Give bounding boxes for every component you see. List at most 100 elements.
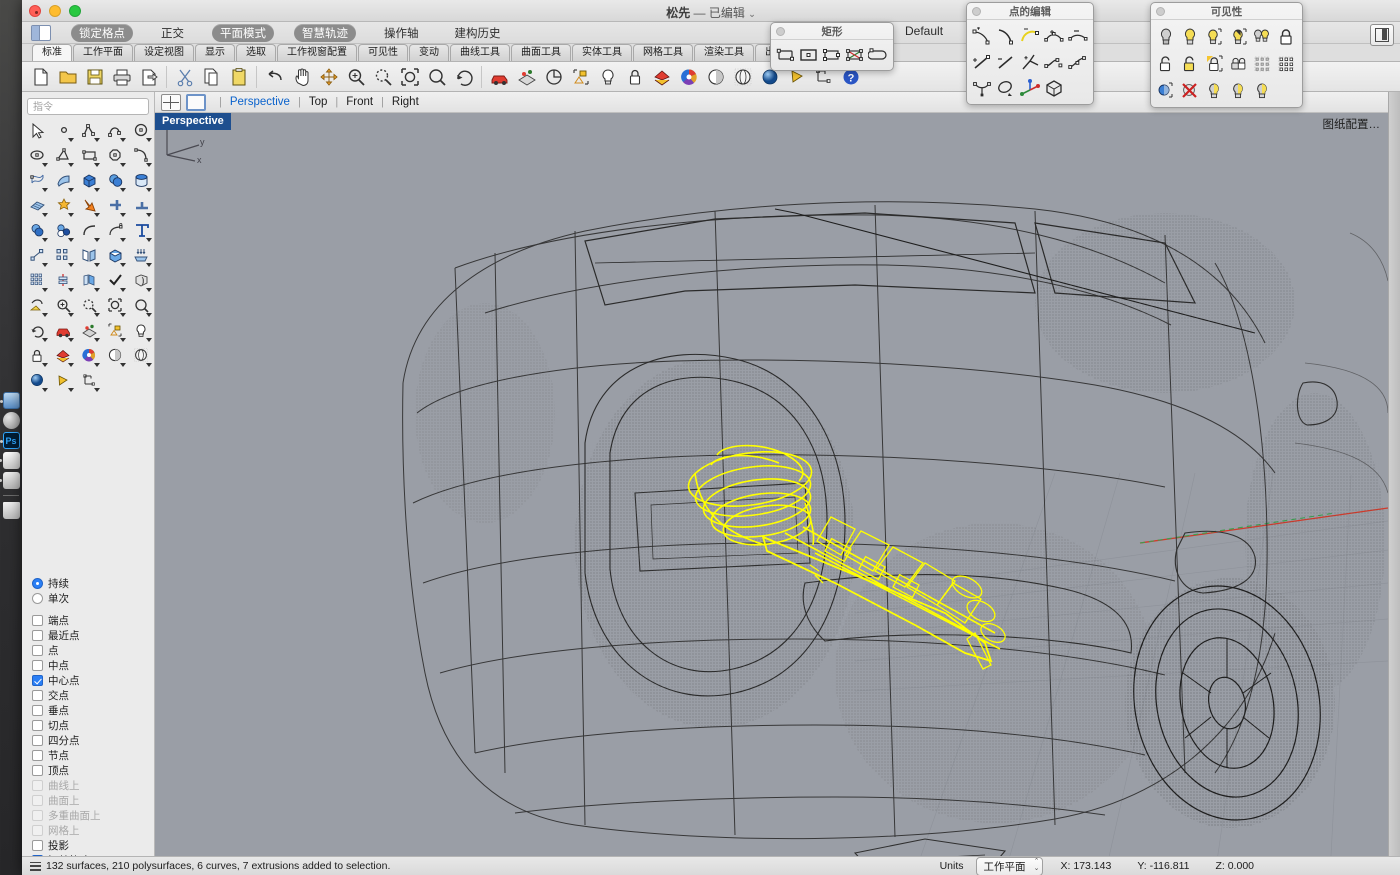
insert-kink-icon[interactable] — [1042, 23, 1066, 49]
ngon-icon[interactable] — [103, 144, 129, 169]
light-bulb-icon[interactable] — [595, 64, 620, 89]
light-icon[interactable] — [129, 319, 155, 344]
osnap-project[interactable]: 投影 — [32, 838, 155, 853]
checkbox[interactable] — [32, 735, 43, 746]
drag-mode-icon[interactable] — [994, 75, 1018, 101]
current-layer-label[interactable]: Default — [905, 24, 943, 38]
shade-sphere-icon[interactable] — [703, 64, 728, 89]
array-icon[interactable] — [129, 244, 155, 269]
save-disk-icon[interactable] — [82, 64, 107, 89]
tab-mesh-tools[interactable]: 网格工具 — [633, 44, 693, 61]
osnap-knot[interactable]: 节点 — [32, 748, 155, 763]
curve-icon[interactable] — [103, 119, 129, 144]
palette-icon-grid[interactable] — [967, 20, 1093, 104]
osnap-perpendicular[interactable]: 垂点 — [32, 703, 155, 718]
tab-visibility[interactable]: 可见性 — [358, 44, 408, 61]
sphere-icon[interactable] — [103, 169, 129, 194]
hide-control-points-icon[interactable] — [1250, 50, 1274, 77]
tab-viewport-layout[interactable]: 工作视窗配置 — [277, 44, 357, 61]
osnap-vertex[interactable]: 顶点 — [32, 763, 155, 778]
move-icon[interactable] — [316, 64, 341, 89]
hide-swap-icon[interactable] — [1226, 23, 1250, 50]
zoom-extents-icon[interactable] — [129, 294, 155, 319]
hide-objects-icon[interactable] — [1154, 23, 1178, 50]
checkbox[interactable] — [32, 840, 43, 851]
remove-from-detail-icon[interactable] — [1178, 77, 1202, 104]
cut-scissors-icon[interactable] — [172, 64, 197, 89]
shrink-icon[interactable] — [129, 269, 155, 294]
rectangle-rounded-icon[interactable] — [866, 43, 889, 67]
boolean-arrow-icon[interactable] — [77, 194, 103, 219]
zoom-selected-icon[interactable] — [103, 294, 129, 319]
rectangular-array-icon[interactable] — [25, 269, 51, 294]
boolean-diff-icon[interactable] — [51, 219, 77, 244]
lock-objects-icon[interactable] — [1178, 50, 1202, 77]
point-set-icon[interactable] — [1066, 49, 1090, 75]
handlebar-editor-icon[interactable] — [970, 75, 994, 101]
cplane-dropdown[interactable]: 工作平面 — [976, 857, 1043, 875]
osnap-tangent[interactable]: 切点 — [32, 718, 155, 733]
zoom-extents-icon[interactable] — [424, 64, 449, 89]
osnap-point[interactable]: 点 — [32, 643, 155, 658]
rotate-view-icon[interactable] — [451, 64, 476, 89]
rotate-view-icon[interactable] — [25, 319, 51, 344]
move-points-icon[interactable] — [25, 244, 51, 269]
macos-dock[interactable]: Ps — [0, 392, 22, 519]
option-history[interactable]: 建构历史 — [447, 24, 509, 42]
tab-solid-tools[interactable]: 实体工具 — [572, 44, 632, 61]
trim-icon[interactable] — [103, 194, 129, 219]
select-arrow-icon[interactable] — [25, 119, 51, 144]
checkbox[interactable] — [32, 630, 43, 641]
print-icon[interactable] — [109, 64, 134, 89]
four-view-layout-icon[interactable] — [161, 94, 181, 111]
checkbox[interactable] — [32, 705, 43, 716]
show-layer-icon[interactable] — [1226, 77, 1250, 104]
osnap-near[interactable]: 最近点 — [32, 628, 155, 643]
checkbox[interactable] — [32, 690, 43, 701]
osnap-center[interactable]: 中心点 — [32, 673, 155, 688]
unlock-icon[interactable] — [1154, 50, 1178, 77]
render-preview-icon[interactable] — [514, 64, 539, 89]
move-uvn-icon[interactable] — [1042, 49, 1066, 75]
view-tab-top[interactable]: Top — [309, 96, 328, 108]
lock-icon[interactable] — [25, 344, 51, 369]
ellipse-icon[interactable] — [25, 144, 51, 169]
lock-selected-icon[interactable] — [1202, 50, 1226, 77]
undo-arrow-icon[interactable] — [262, 64, 287, 89]
osnap-mode-single[interactable]: 单次 — [32, 591, 155, 606]
extend-icon[interactable] — [129, 194, 155, 219]
option-gumball[interactable]: 操作轴 — [376, 24, 427, 42]
rectangle-vertical-icon[interactable] — [843, 43, 866, 67]
dock-item-penguin-alt[interactable] — [3, 472, 20, 489]
tab-set-view[interactable]: 设定视图 — [134, 44, 194, 61]
render-icon[interactable] — [25, 369, 51, 394]
shade-icon[interactable] — [103, 344, 129, 369]
show-selected-icon[interactable] — [1202, 23, 1226, 50]
close-icon[interactable] — [1156, 7, 1165, 16]
flow-icon[interactable] — [77, 269, 103, 294]
tab-select[interactable]: 选取 — [236, 44, 276, 61]
dock-item-finder[interactable] — [3, 392, 20, 409]
radio-single[interactable] — [32, 593, 43, 604]
gumball-icon[interactable] — [1018, 75, 1042, 101]
tab-transform[interactable]: 变动 — [409, 44, 449, 61]
tab-render-tools[interactable]: 渲染工具 — [694, 44, 754, 61]
bend-icon[interactable] — [25, 294, 51, 319]
ghosted-icon[interactable] — [129, 344, 155, 369]
layer-icon[interactable] — [51, 344, 77, 369]
view-tab-right[interactable]: Right — [392, 96, 419, 108]
rectangle-corner-icon[interactable] — [774, 43, 797, 67]
cylinder-icon[interactable] — [129, 169, 155, 194]
circle-icon[interactable] — [129, 119, 155, 144]
cap-solid-icon[interactable] — [103, 244, 129, 269]
rectangle-3point-icon[interactable] — [820, 43, 843, 67]
osnap-panel[interactable]: 持续 单次 端点 最近点 点 中点 中心点 交点 垂点 切点 四分点 节点 顶点… — [22, 576, 155, 875]
search-input[interactable]: 指令 — [27, 98, 149, 115]
osnap-mode-persistent[interactable]: 持续 — [32, 576, 155, 591]
tab-curve-tools[interactable]: 曲线工具 — [450, 44, 510, 61]
sidebar-toggle-icon[interactable] — [31, 25, 51, 41]
checkbox[interactable] — [32, 720, 43, 731]
ghosted-sphere-icon[interactable] — [730, 64, 755, 89]
osnap-end[interactable]: 端点 — [32, 613, 155, 628]
polygon-icon[interactable] — [51, 144, 77, 169]
